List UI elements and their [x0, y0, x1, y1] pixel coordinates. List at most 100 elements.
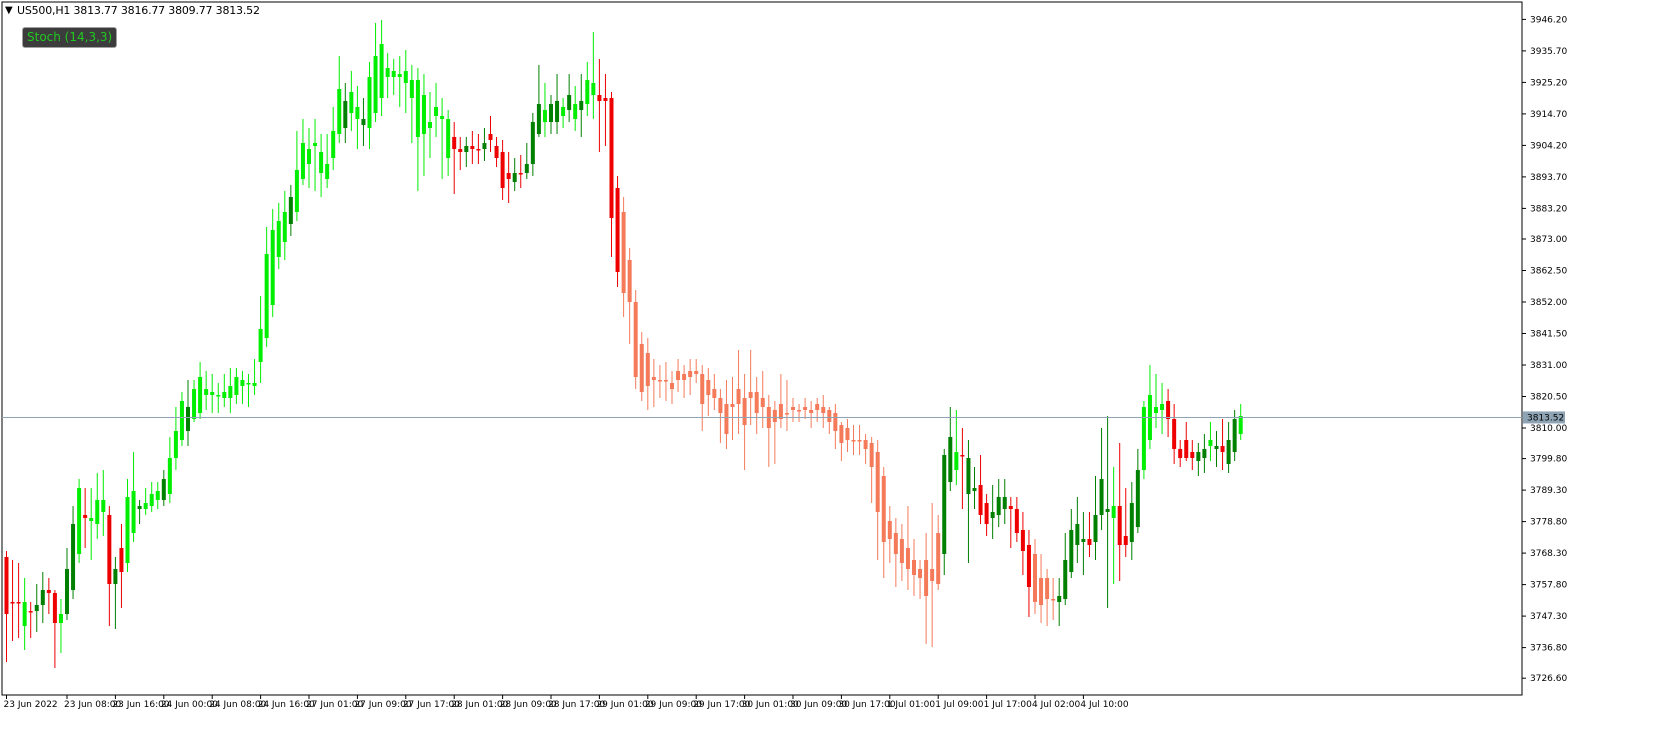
candle-body: [839, 425, 844, 443]
candle-body: [742, 398, 747, 425]
candle-body: [204, 389, 209, 395]
y-tick-label: 3841.50: [1530, 330, 1567, 340]
candle-body: [869, 443, 874, 467]
candle-body: [827, 410, 832, 422]
candle-body: [893, 533, 898, 554]
candle-body: [276, 221, 281, 257]
candle-body: [1008, 506, 1013, 509]
candle-body: [1033, 554, 1037, 602]
candle-body: [434, 107, 439, 116]
x-tick-label: 1 Jul 01:00: [887, 700, 936, 710]
candle: [615, 176, 620, 287]
candle-body: [633, 302, 638, 377]
candle-body: [1196, 452, 1201, 461]
candle-body: [397, 74, 402, 77]
candle-body: [536, 104, 541, 134]
x-tick-label: 23 Jun 2022: [4, 700, 58, 710]
candle-body: [760, 398, 765, 407]
time-axis[interactable]: 23 Jun 2022 23 Jun 08:0023 Jun 16:0024 Ju…: [4, 695, 1129, 710]
candle-body: [1020, 530, 1025, 551]
candle-body: [1117, 506, 1122, 545]
y-tick-label: 3914.70: [1530, 110, 1567, 120]
candle-body: [494, 146, 499, 158]
x-tick-label: 4 Jul 02:00: [1032, 700, 1081, 710]
candle-body: [1093, 515, 1098, 542]
candle-body: [966, 458, 971, 494]
x-tick-label: 1 Jul 17:00: [984, 700, 1033, 710]
y-tick-label: 3736.80: [1530, 644, 1567, 654]
candle-body: [331, 131, 336, 158]
candle-body: [155, 491, 160, 500]
candle-body: [754, 392, 759, 413]
ohlc-values: 3813.77 3816.77 3809.77 3813.52: [73, 4, 260, 17]
x-tick-label: 1 Jul 09:00: [935, 700, 984, 710]
candle-body: [458, 149, 463, 152]
candle-body: [803, 407, 808, 410]
candle-body: [1087, 539, 1092, 545]
candle-body: [367, 77, 372, 128]
candle-body: [857, 440, 862, 442]
y-tick-label: 3810.00: [1530, 424, 1567, 434]
candle-body: [1026, 545, 1031, 587]
candle-body: [542, 110, 547, 122]
candle-body: [591, 83, 596, 95]
candle-body: [1111, 506, 1116, 518]
candle-body: [403, 71, 408, 83]
candle-body: [905, 548, 910, 569]
candle-body: [609, 98, 614, 218]
candle-body: [1014, 509, 1019, 533]
candle-body: [440, 116, 445, 119]
y-tick-label: 3893.70: [1530, 173, 1567, 183]
candle-body: [875, 452, 880, 512]
candle-body: [809, 410, 814, 413]
y-tick-label: 3757.80: [1530, 581, 1567, 591]
candle: [633, 290, 638, 389]
candle-body: [113, 569, 118, 584]
candle-body: [512, 173, 517, 182]
candle-body: [899, 539, 904, 563]
candle-body: [65, 569, 69, 614]
candle-body: [1129, 503, 1134, 542]
candle-body: [657, 380, 662, 382]
candle-body: [670, 383, 674, 389]
candle-body: [972, 488, 977, 491]
candle-body: [452, 137, 457, 149]
y-tick-label: 3789.30: [1530, 486, 1567, 496]
candle-body: [1045, 578, 1050, 599]
symbol-menu-icon[interactable]: ▼: [5, 5, 13, 16]
candle-body: [210, 392, 215, 395]
candle-body: [355, 107, 360, 119]
candle-body: [688, 371, 693, 377]
candle-body: [173, 431, 178, 458]
candle-body: [1002, 497, 1007, 509]
candle-body: [603, 98, 608, 101]
candle-body: [1190, 452, 1195, 458]
plot-area-frame: [1, 1, 1523, 696]
candle-body: [258, 329, 263, 362]
candle-body: [924, 560, 929, 596]
candle-body: [488, 134, 493, 140]
candle-body: [179, 401, 184, 440]
candle-body: [46, 590, 51, 593]
candle-body: [1141, 407, 1146, 470]
candle-body: [694, 371, 699, 374]
candle-body: [784, 413, 789, 415]
candle-body: [500, 152, 505, 188]
candle-body: [385, 68, 390, 77]
candle-body: [996, 497, 1001, 515]
candle-body: [797, 410, 802, 412]
candle-body: [700, 374, 705, 404]
stochastic-indicator-button[interactable]: Stoch (14,3,3): [22, 27, 118, 48]
price-axis[interactable]: 3946.20 3935.70 3925.20 3914.70 3904.20 3893.…: [1522, 15, 1567, 684]
candle-body: [821, 407, 826, 413]
price-chart[interactable]: 3946.20 3935.70 3925.20 3914.70 3904.20 3893.…: [0, 0, 1653, 753]
candle-body: [561, 107, 566, 116]
candle-body: [228, 386, 233, 398]
candle-body: [95, 500, 100, 524]
candle-body: [77, 488, 82, 554]
current-price-label: 3813.52: [1527, 413, 1564, 423]
candle-body: [294, 170, 299, 212]
candle-body: [470, 146, 475, 149]
candle-body: [40, 590, 45, 605]
y-tick-label: 3778.80: [1530, 518, 1567, 528]
